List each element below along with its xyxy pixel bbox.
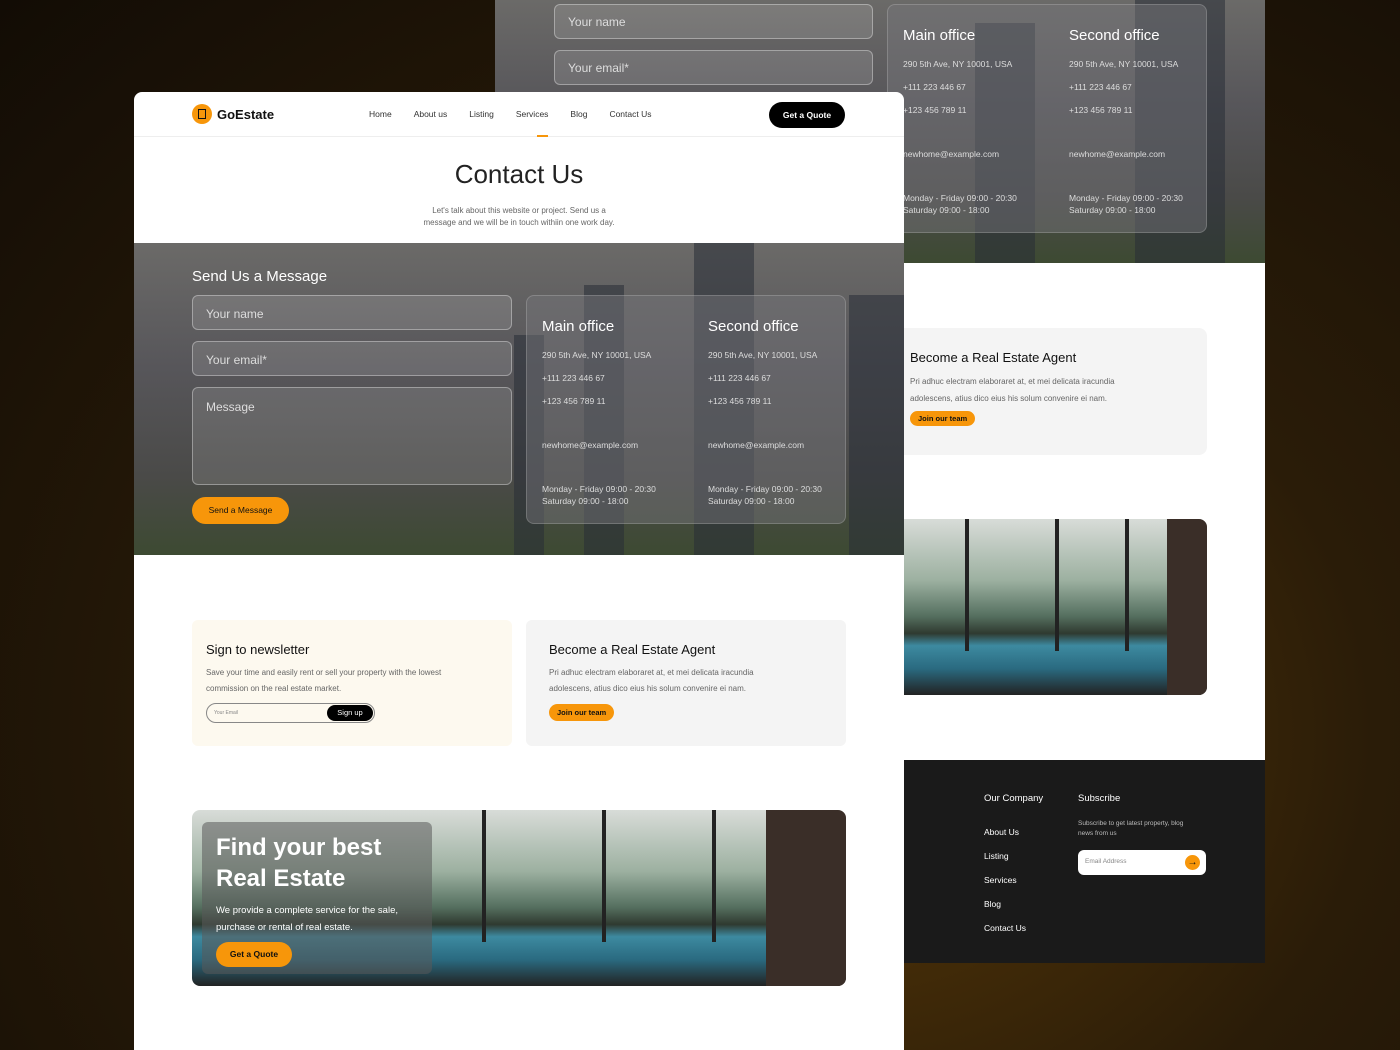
- subscribe-text-line: news from us: [1078, 830, 1117, 837]
- nav-home[interactable]: Home: [369, 109, 392, 119]
- office-phone: +123 456 789 11: [903, 105, 967, 115]
- subtitle-line: message and we will be in touch withiin …: [423, 218, 615, 227]
- office-hours: Monday - Friday 09:00 - 20:30: [903, 193, 1017, 203]
- join-team-button[interactable]: Join our team: [549, 704, 615, 721]
- back-name-input[interactable]: Your name: [554, 4, 873, 39]
- agent-text: Pri adhuc electram elaboraret at, et mei…: [910, 377, 1115, 386]
- offices-panel: Main office 290 5th Ave, NY 10001, USA +1…: [526, 295, 846, 524]
- footer-link-blog[interactable]: Blog: [984, 892, 1026, 916]
- office-hours: Saturday 09:00 - 18:00: [708, 496, 795, 506]
- agent-title: Become a Real Estate Agent: [910, 350, 1077, 365]
- sign-up-button[interactable]: Sign up: [327, 705, 373, 721]
- footer-subscribe-title: Subscribe: [1078, 793, 1121, 804]
- office-email[interactable]: newhome@example.com: [708, 439, 868, 451]
- agent-card: Become a Real Estate Agent Pri adhuc ele…: [526, 620, 846, 746]
- promo-text: purchase or rental of real estate.: [216, 922, 353, 933]
- footer-link-services[interactable]: Services: [984, 868, 1026, 892]
- office-phone: +111 223 446 67: [542, 373, 605, 383]
- page-subtitle: Let's talk about this website or project…: [134, 205, 904, 229]
- office-main: Main office 290 5th Ave, NY 10001, USA +1…: [903, 27, 1063, 216]
- office-address: 290 5th Ave, NY 10001, USA: [1069, 59, 1179, 69]
- office-phone: +123 456 789 11: [542, 396, 606, 406]
- email-placeholder: Your Email: [214, 710, 238, 716]
- email-placeholder: Email Address: [1085, 858, 1127, 865]
- office-hours: Saturday 09:00 - 18:00: [903, 205, 990, 215]
- footer-link-about[interactable]: About Us: [984, 820, 1026, 844]
- get-quote-button[interactable]: Get a Quote: [769, 102, 845, 128]
- office-email[interactable]: newhome@example.com: [542, 439, 702, 451]
- nav-listing[interactable]: Listing: [469, 109, 494, 119]
- contact-section: Send Us a Message Your name Your email* …: [134, 243, 904, 555]
- office-address: 290 5th Ave, NY 10001, USA: [903, 59, 1013, 69]
- promo-text: We provide a complete service for the sa…: [216, 905, 398, 916]
- office-phone: +123 456 789 11: [708, 396, 772, 406]
- nav-services[interactable]: Services: [516, 109, 549, 119]
- promo-banner: Find your best Real Estate We provide a …: [192, 810, 846, 986]
- footer-email-input[interactable]: Email Address →: [1078, 850, 1206, 875]
- office-phone: +111 223 446 67: [903, 82, 966, 92]
- nav-contact[interactable]: Contact Us: [609, 109, 651, 119]
- page-title: Contact Us: [454, 159, 584, 189]
- promo-get-quote-button[interactable]: Get a Quote: [216, 942, 292, 967]
- newsletter-title: Sign to newsletter: [206, 642, 310, 657]
- office-hours: Saturday 09:00 - 18:00: [542, 496, 629, 506]
- office-address: 290 5th Ave, NY 10001, USA: [708, 350, 818, 360]
- nav-about[interactable]: About us: [414, 109, 448, 119]
- agent-title: Become a Real Estate Agent: [549, 642, 716, 657]
- footer-link-contact[interactable]: Contact Us: [984, 916, 1026, 940]
- name-input[interactable]: Your name: [192, 295, 512, 330]
- office-title: Main office: [903, 27, 976, 44]
- front-page: GoEstate Home About us Listing Services Blog…: [134, 92, 904, 1050]
- office-second: Second office 290 5th Ave, NY 10001, USA…: [1069, 27, 1229, 216]
- logo[interactable]: GoEstate: [192, 104, 274, 124]
- agent-text: Pri adhuc electram elaboraret at, et mei…: [549, 668, 754, 677]
- agent-text: adolescens, atius dico eius his solum co…: [549, 684, 746, 693]
- back-agent-card: Become a Real Estate Agent Pri adhuc ele…: [885, 328, 1207, 455]
- office-hours: Saturday 09:00 - 18:00: [1069, 205, 1156, 215]
- form-title: Send Us a Message: [192, 268, 328, 285]
- newsletter-card: Sign to newsletter Save your time and ea…: [192, 620, 512, 746]
- footer-company-title: Our Company: [984, 793, 1044, 804]
- office-hours: Monday - Friday 09:00 - 20:30: [708, 484, 822, 494]
- newsletter-email-input[interactable]: Your Email Sign up: [206, 703, 375, 723]
- promo-title: Real Estate: [216, 865, 346, 892]
- building-icon: [192, 104, 212, 124]
- newsletter-text: commission on the real estate market.: [206, 684, 342, 693]
- nav-blog[interactable]: Blog: [570, 109, 587, 119]
- footer-links: About Us Listing Services Blog Contact Us: [984, 820, 1026, 940]
- nav-active-indicator: [537, 135, 548, 137]
- office-title: Second office: [708, 318, 799, 335]
- back-email-input[interactable]: Your email*: [554, 50, 873, 85]
- email-input[interactable]: Your email*: [192, 341, 512, 376]
- main-nav: Home About us Listing Services Blog Contact U…: [369, 109, 673, 119]
- office-title: Second office: [1069, 27, 1160, 44]
- agent-text: adolescens, atius dico eius his solum co…: [910, 394, 1107, 403]
- back-offices-panel: Main office 290 5th Ave, NY 10001, USA +1…: [887, 4, 1207, 233]
- header: GoEstate Home About us Listing Services Blog…: [134, 92, 904, 137]
- newsletter-text: Save your time and easily rent or sell y…: [206, 668, 442, 677]
- office-phone: +111 223 446 67: [1069, 82, 1132, 92]
- office-phone: +123 456 789 11: [1069, 105, 1133, 115]
- arrow-right-icon[interactable]: →: [1185, 855, 1200, 870]
- send-message-button[interactable]: Send a Message: [192, 497, 289, 524]
- back-pool-image: [885, 519, 1207, 695]
- promo-title: Find your best: [216, 834, 382, 861]
- footer-subscribe-text: Subscribe to get latest property, blog ne…: [1078, 819, 1218, 839]
- office-email[interactable]: newhome@example.com: [903, 148, 1063, 160]
- office-hours: Monday - Friday 09:00 - 20:30: [542, 484, 656, 494]
- office-title: Main office: [542, 318, 615, 335]
- office-address: 290 5th Ave, NY 10001, USA: [542, 350, 652, 360]
- promo-overlay: Find your best Real Estate We provide a …: [202, 822, 432, 974]
- office-main: Main office 290 5th Ave, NY 10001, USA +1…: [542, 318, 702, 507]
- office-second: Second office 290 5th Ave, NY 10001, USA…: [708, 318, 868, 507]
- footer-link-listing[interactable]: Listing: [984, 844, 1026, 868]
- message-textarea[interactable]: Message: [192, 387, 512, 485]
- office-hours: Monday - Friday 09:00 - 20:30: [1069, 193, 1183, 203]
- subscribe-text-line: Subscribe to get latest property, blog: [1078, 820, 1184, 827]
- join-team-button[interactable]: Join our team: [910, 411, 976, 426]
- office-email[interactable]: newhome@example.com: [1069, 148, 1229, 160]
- office-phone: +111 223 446 67: [708, 373, 771, 383]
- subtitle-line: Let's talk about this website or project…: [432, 206, 606, 215]
- brand-name: GoEstate: [217, 106, 275, 122]
